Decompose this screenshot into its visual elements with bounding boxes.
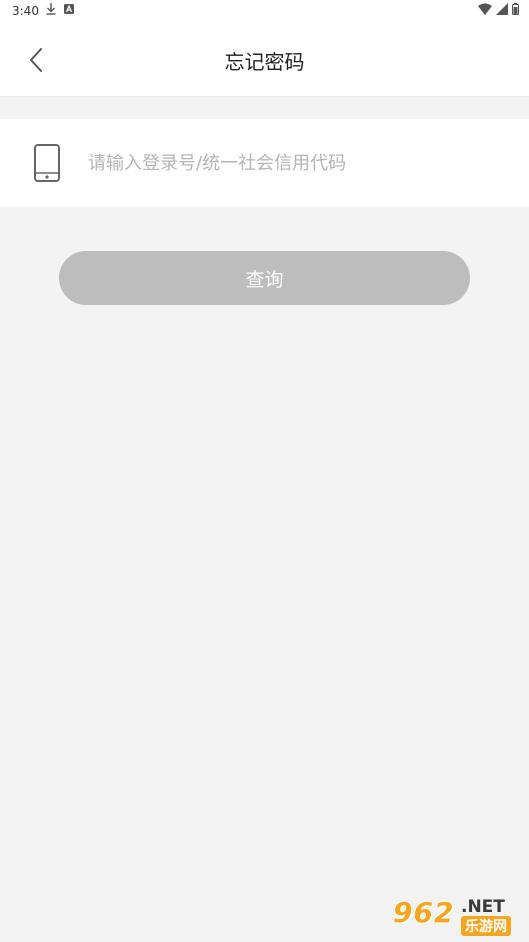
watermark-cn: 乐游网 [461, 916, 511, 936]
watermark-logo: 962 .NET 乐游网 [389, 892, 523, 938]
status-right-icons [478, 3, 519, 15]
status-left-icons [46, 3, 74, 15]
account-input-row [0, 119, 529, 207]
watermark-net: .NET [461, 897, 505, 917]
app-notification-icon [64, 4, 74, 14]
status-bar: 3:40 [0, 0, 529, 22]
phone-icon [34, 144, 60, 182]
signal-icon [496, 3, 508, 15]
watermark-number: 962 [393, 896, 455, 929]
app-header: 忘记密码 [0, 22, 529, 97]
status-time: 3:40 [12, 4, 39, 18]
battery-icon [512, 3, 519, 15]
download-icon [46, 3, 56, 15]
account-input[interactable] [88, 141, 508, 185]
wifi-icon [478, 3, 492, 15]
query-button[interactable]: 查询 [59, 251, 470, 305]
page-title: 忘记密码 [224, 50, 305, 74]
